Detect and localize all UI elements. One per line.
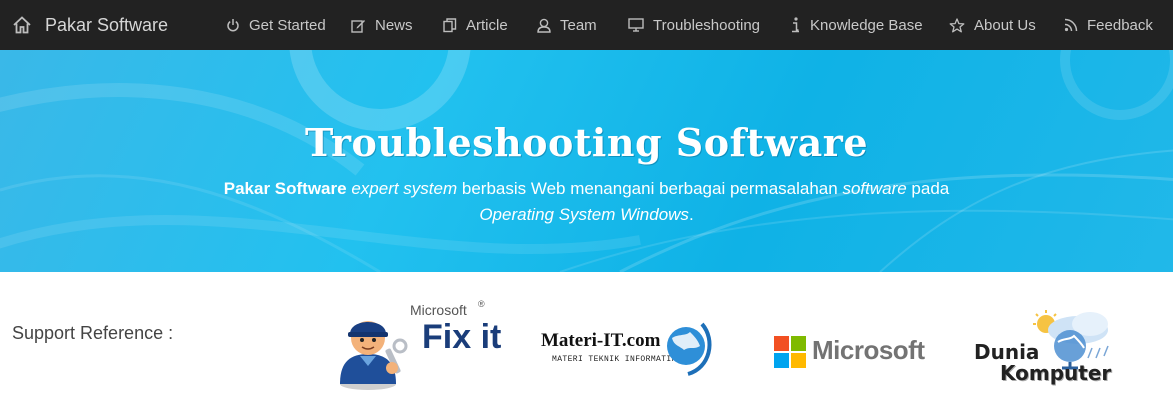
- feed-icon: [1064, 18, 1078, 32]
- komputer-text: Komputer: [1000, 361, 1112, 385]
- top-navbar: Pakar Software Get Started News Article …: [0, 0, 1173, 50]
- fixit-text: Fix it: [422, 318, 502, 356]
- copy-icon: [443, 17, 457, 32]
- microsoft-text: Microsoft: [812, 335, 925, 365]
- hero-subtitle: Pakar Software expert system berbasis We…: [0, 176, 1173, 228]
- logo-dunia-komputer[interactable]: Dunia Komputer: [970, 308, 1140, 392]
- home-icon: [13, 16, 31, 34]
- nav-about-us-label: About Us: [974, 16, 1036, 34]
- hero-text-1: berbasis Web menangani berbagai permasal…: [461, 179, 838, 198]
- hero-end-text: .: [688, 205, 694, 224]
- nav-news[interactable]: News: [351, 0, 413, 50]
- power-icon: [227, 19, 239, 32]
- nav-news-label: News: [375, 16, 413, 34]
- hero-brand-text: Pakar Software: [223, 179, 347, 198]
- support-reference-label: Support Reference :: [12, 323, 174, 343]
- hero-text-2: pada: [911, 179, 950, 198]
- windows-flag-icon: [774, 336, 806, 368]
- hero-banner: Troubleshooting Software Pakar Software …: [0, 50, 1173, 272]
- nav-team[interactable]: Team: [537, 0, 597, 50]
- star-icon: [949, 17, 965, 32]
- logo-microsoft-fixit[interactable]: Microsoft ® Fix it: [330, 299, 502, 392]
- nav-team-label: Team: [560, 16, 597, 34]
- hero-title: Troubleshooting Software: [304, 120, 869, 165]
- user-icon: [537, 18, 551, 33]
- nav-feedback-label: Feedback: [1087, 16, 1153, 34]
- materi-it-title: Materi-IT.com: [541, 330, 661, 351]
- nav-troubleshooting[interactable]: Troubleshooting: [628, 0, 760, 50]
- nav-about-us[interactable]: About Us: [949, 0, 1036, 50]
- hero-software-text: software: [842, 179, 907, 198]
- nav-get-started[interactable]: Get Started: [226, 0, 326, 50]
- brand-label: Pakar Software: [45, 14, 169, 35]
- nav-article-label: Article: [466, 16, 508, 34]
- hero-term-text: expert system: [351, 179, 458, 198]
- nav-troubleshooting-label: Troubleshooting: [653, 16, 761, 34]
- nav-knowledge-base[interactable]: Knowledge Base: [789, 0, 923, 50]
- globe-icon: [667, 322, 712, 376]
- info-icon: [792, 17, 799, 33]
- nav-knowledge-base-label: Knowledge Base: [810, 16, 923, 34]
- nav-get-started-label: Get Started: [249, 16, 326, 34]
- support-reference-section: Support Reference : Microsoft ® Fix it M…: [0, 272, 1173, 418]
- materi-it-tagline: MATERI TEKNIK INFORMATIKA: [552, 355, 683, 364]
- nav-feedback[interactable]: Feedback: [1064, 0, 1153, 50]
- fixit-registered-mark: ®: [478, 299, 485, 309]
- logo-materi-it[interactable]: Materi-IT.com MATERI TEKNIK INFORMATIKA: [540, 316, 720, 378]
- nav-article[interactable]: Article: [443, 0, 508, 50]
- monitor-icon: [628, 18, 644, 32]
- fixit-microsoft-text: Microsoft: [410, 302, 467, 318]
- edit-icon: [351, 19, 365, 33]
- brand-link[interactable]: Pakar Software: [12, 0, 168, 50]
- hero-os-text: Operating System Windows: [479, 205, 689, 224]
- logo-microsoft[interactable]: Microsoft: [774, 334, 925, 370]
